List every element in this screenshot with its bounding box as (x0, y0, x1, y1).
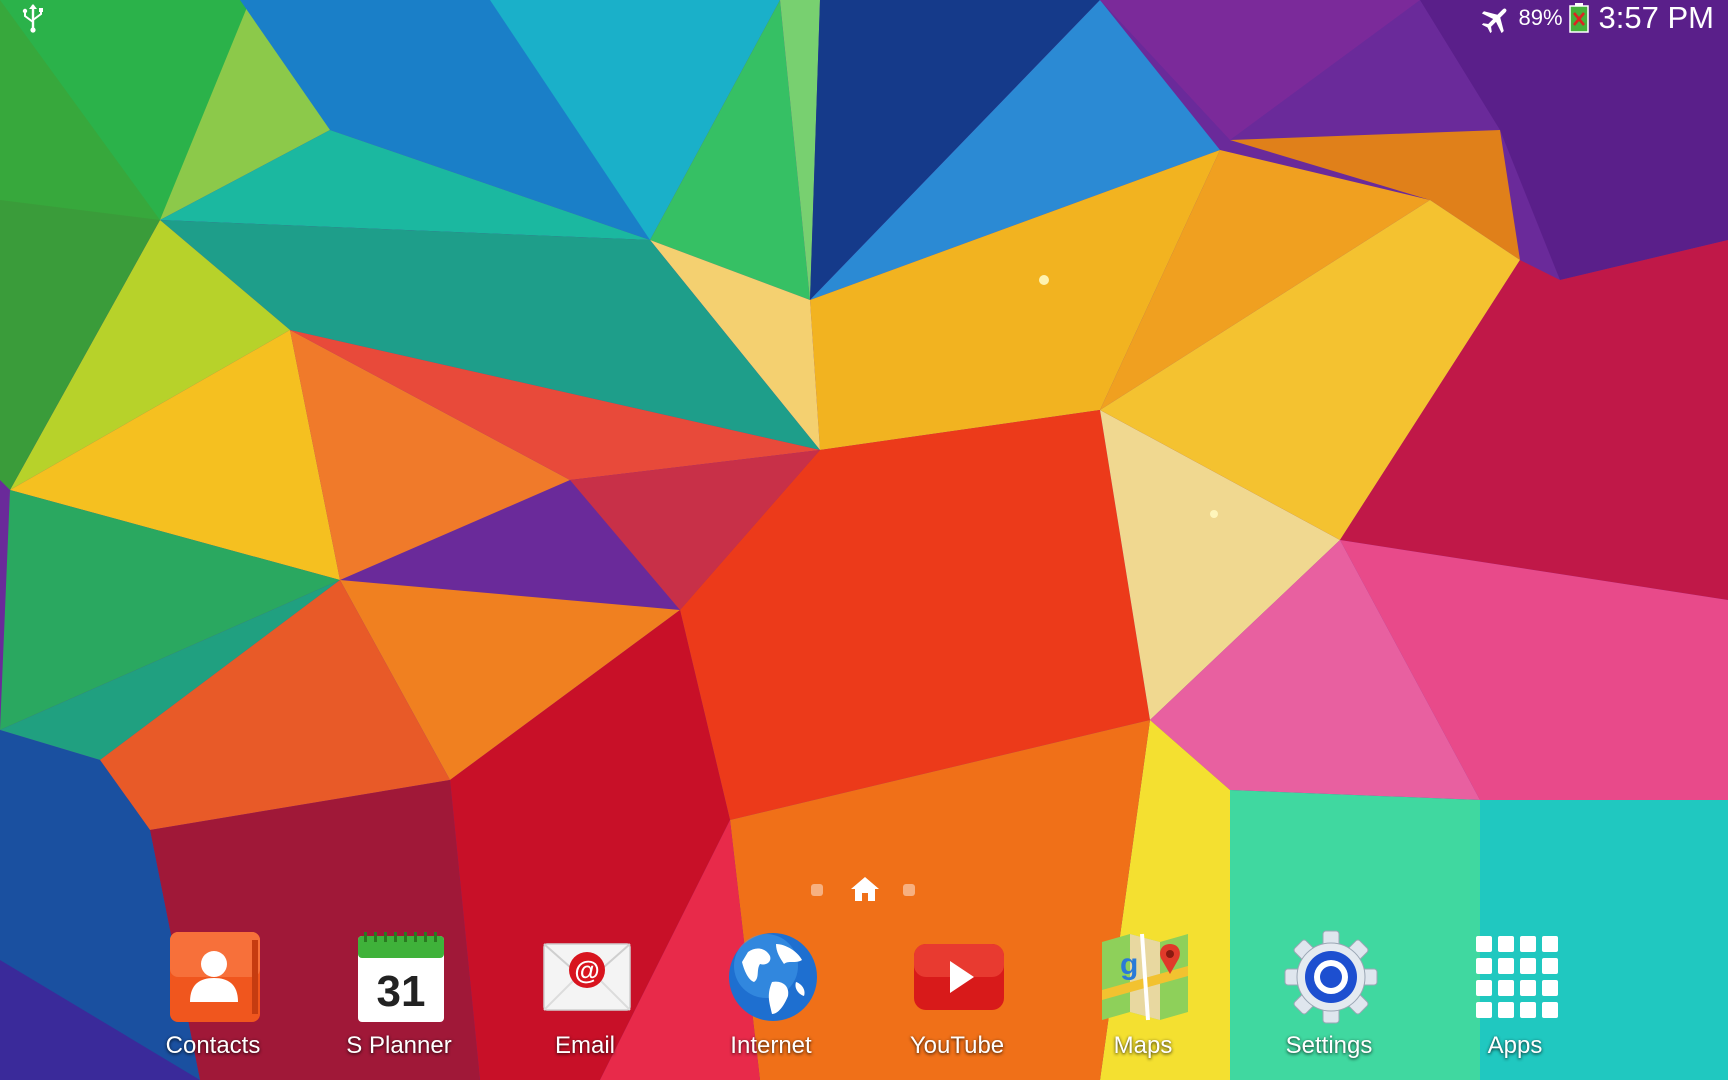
app-label: YouTube (909, 1032, 1005, 1059)
globe-icon (729, 933, 817, 1021)
app-dock: Contacts 31 S Planner @ Email Internet Y… (120, 930, 1620, 1070)
app-s-planner[interactable]: 31 S Planner (306, 930, 492, 1070)
app-youtube[interactable]: YouTube (864, 930, 1050, 1070)
app-maps[interactable]: g Maps (1050, 930, 1236, 1070)
calendar-icon: 31 (358, 932, 444, 1022)
battery-icon (1568, 3, 1589, 33)
app-label: Settings (1285, 1032, 1373, 1059)
youtube-icon (914, 944, 1004, 1010)
app-label: Contacts (165, 1032, 261, 1059)
app-label: Internet (730, 1032, 812, 1059)
app-internet[interactable]: Internet (678, 930, 864, 1070)
app-label: Apps (1487, 1032, 1543, 1059)
status-bar: 89% 3:57 PM (0, 0, 1728, 36)
calendar-day: 31 (377, 967, 426, 1016)
app-label: S Planner (346, 1032, 452, 1059)
home-page-icon[interactable] (850, 876, 880, 902)
app-label: Maps (1113, 1032, 1173, 1059)
app-settings[interactable]: Settings (1236, 930, 1422, 1070)
gear-icon (1284, 930, 1378, 1024)
app-label: Email (554, 1032, 615, 1059)
page-dot[interactable] (811, 884, 823, 896)
contacts-icon (170, 932, 260, 1022)
app-email[interactable]: @ Email (492, 930, 678, 1070)
airplane-mode-icon (1481, 8, 1506, 33)
battery-percent: 89% (1518, 5, 1563, 30)
page-dot[interactable] (903, 884, 915, 896)
svg-text:g: g (1120, 948, 1138, 981)
wallpaper (0, 0, 1728, 1080)
apps-grid-icon (1476, 936, 1558, 1018)
maps-icon: g (1102, 933, 1188, 1021)
email-icon: @ (543, 943, 631, 1011)
svg-text:@: @ (574, 955, 599, 985)
app-contacts[interactable]: Contacts (120, 930, 306, 1070)
clock: 3:57 PM (1598, 0, 1714, 35)
app-apps[interactable]: Apps (1422, 930, 1608, 1070)
page-indicator (808, 876, 928, 902)
usb-icon (22, 4, 43, 33)
